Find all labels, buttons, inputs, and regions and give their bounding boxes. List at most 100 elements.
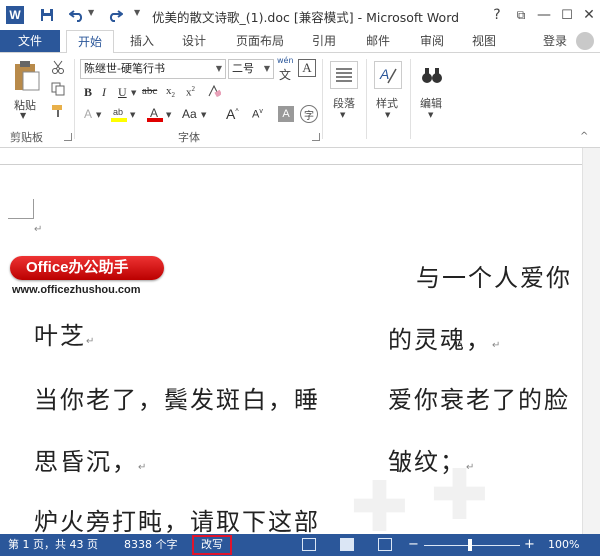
phonetic-guide-icon[interactable]: 文 [279, 66, 291, 83]
maximize-button[interactable]: ☐ [556, 3, 578, 27]
phonetic-guide-pinyin[interactable]: wén [277, 56, 294, 65]
zoom-in-button[interactable]: + [524, 534, 535, 556]
save-icon[interactable] [36, 4, 58, 26]
paste-icon[interactable] [12, 59, 42, 93]
poem-line: 与一个人爱你 [416, 264, 572, 292]
font-launcher-icon[interactable] [312, 133, 320, 141]
paste-dropdown-icon[interactable]: ▼ [20, 111, 26, 120]
redo-icon[interactable] [104, 4, 126, 26]
tab-design[interactable]: 设计 [174, 30, 214, 52]
group-separator [74, 59, 75, 139]
grow-font-button[interactable]: A^ [226, 106, 239, 122]
poem-line: 爱你衰老了的脸 [388, 386, 570, 414]
font-color-dropdown-icon[interactable]: ▼ [166, 111, 171, 119]
poem-line: 当你老了，鬓发斑白，睡 [34, 386, 320, 414]
paragraph-dropdown-icon[interactable]: ▼ [340, 111, 345, 119]
tab-mailings[interactable]: 邮件 [358, 30, 398, 52]
format-painter-icon[interactable] [50, 103, 66, 119]
word-app-icon[interactable]: W [6, 6, 24, 24]
tab-review[interactable]: 审阅 [412, 30, 452, 52]
italic-button[interactable]: I [102, 85, 106, 100]
clear-formatting-icon[interactable] [206, 83, 222, 99]
group-separator [366, 59, 367, 139]
chevron-down-icon: ▼ [263, 64, 270, 73]
font-family-value: 陈继世-硬笔行书 [84, 62, 165, 75]
svg-text:A: A [150, 106, 158, 120]
ribbon-home: 粘贴 ▼ 剪贴板 陈继世-硬笔行书 ▼ 二号 ▼ wén 文 A B I U ▼… [0, 52, 600, 148]
poem-line: 思昏沉，↵ [34, 448, 149, 476]
page-top-edge [0, 164, 582, 165]
styles-button[interactable]: 样式 [376, 95, 398, 111]
copy-icon[interactable] [50, 81, 66, 97]
group-separator [322, 59, 323, 139]
watermark-brand-badge: Office办公助手 [10, 256, 164, 280]
print-layout-icon[interactable] [340, 538, 354, 551]
paragraph-icon[interactable] [330, 61, 358, 89]
minimize-button[interactable]: — [533, 3, 555, 27]
enclose-characters-icon[interactable]: 字 [300, 105, 318, 123]
collapse-ribbon-icon[interactable]: ^ [580, 131, 588, 142]
change-case-dropdown-icon[interactable]: ▼ [201, 111, 206, 119]
character-shading-icon[interactable]: A [278, 106, 294, 122]
undo-dropdown-icon[interactable]: ▼ [88, 8, 94, 17]
styles-dropdown-icon[interactable]: ▼ [385, 111, 390, 119]
tab-home[interactable]: 开始 [66, 30, 114, 53]
paragraph-mark: ↵ [34, 224, 43, 235]
web-layout-icon[interactable] [378, 538, 392, 551]
font-family-select[interactable]: 陈继世-硬笔行书 ▼ [80, 59, 226, 79]
poem-line: 的灵魂，↵ [388, 326, 503, 354]
superscript-button[interactable]: x2 [186, 85, 195, 99]
strikethrough-button[interactable]: abc [142, 85, 157, 97]
vertical-scrollbar[interactable] [582, 148, 600, 534]
editing-dropdown-icon[interactable]: ▼ [428, 111, 433, 119]
chevron-down-icon: ▼ [215, 64, 222, 73]
tab-view[interactable]: 视图 [464, 30, 504, 52]
tab-references[interactable]: 引用 [304, 30, 344, 52]
help-button[interactable]: ? [486, 3, 508, 27]
title-bar: W ▼ ▼ 优美的散文诗歌_(1).doc [兼容模式] - Microsoft… [0, 0, 600, 30]
close-button[interactable]: ✕ [578, 3, 600, 27]
margin-crop-mark [8, 218, 34, 219]
zoom-slider-handle[interactable] [468, 539, 472, 551]
page-count[interactable]: 第 1 页，共 43 页 [8, 534, 98, 556]
shrink-font-button[interactable]: Av [252, 108, 263, 121]
word-count[interactable]: 8338 个字 [124, 534, 178, 556]
underline-dropdown-icon[interactable]: ▼ [131, 89, 136, 97]
ribbon-tabs: 文件 开始 插入 设计 页面布局 引用 邮件 审阅 视图 登录 [0, 30, 600, 53]
character-border-icon[interactable]: A [298, 59, 316, 77]
highlight-dropdown-icon[interactable]: ▼ [130, 111, 135, 119]
text-effects-dropdown-icon[interactable]: ▼ [96, 111, 101, 119]
zoom-out-button[interactable]: − [408, 534, 419, 556]
subscript-button[interactable]: x2 [166, 85, 175, 99]
cut-icon[interactable] [50, 59, 66, 75]
bold-button[interactable]: B [84, 85, 92, 100]
customize-quick-access-icon[interactable]: ▼ [134, 8, 140, 17]
clipboard-group-label: 剪贴板 [10, 131, 43, 144]
tab-file[interactable]: 文件 [0, 30, 60, 52]
document-canvas[interactable]: ↵ ✚ ✚ 叶芝↵ 当你老了，鬓发斑白，睡 思昏沉，↵ 炉火旁打盹，请取下这部 … [0, 148, 600, 534]
highlight-color-icon[interactable]: ab [110, 105, 128, 123]
clipboard-launcher-icon[interactable] [64, 133, 72, 141]
find-binoculars-icon[interactable] [418, 61, 446, 89]
ribbon-display-options-button[interactable]: ⧉ [510, 3, 532, 27]
tab-page-layout[interactable]: 页面布局 [228, 30, 292, 52]
zoom-level[interactable]: 100% [548, 534, 579, 556]
account-avatar-icon[interactable] [576, 32, 594, 50]
paragraph-button[interactable]: 段落 [333, 95, 355, 111]
window-title: 优美的散文诗歌_(1).doc [兼容模式] - Microsoft Word [152, 10, 460, 25]
styles-icon[interactable]: A [374, 61, 402, 89]
change-case-button[interactable]: Aa [182, 107, 197, 121]
tab-insert[interactable]: 插入 [122, 30, 162, 52]
undo-icon[interactable] [66, 4, 88, 26]
overtype-mode-indicator[interactable]: 改写 [192, 535, 232, 555]
poem-line: 炉火旁打盹，请取下这部 [34, 508, 320, 534]
zoom-slider-track[interactable] [424, 545, 520, 546]
font-size-select[interactable]: 二号 ▼ [228, 59, 274, 79]
underline-button[interactable]: U [118, 85, 127, 100]
editing-button[interactable]: 编辑 [420, 95, 442, 111]
sign-in-link[interactable]: 登录 [543, 30, 567, 52]
text-effects-button[interactable]: A [84, 107, 92, 121]
read-mode-icon[interactable] [302, 538, 316, 551]
font-color-icon[interactable]: A [146, 105, 164, 123]
font-group-label: 字体 [178, 131, 200, 144]
